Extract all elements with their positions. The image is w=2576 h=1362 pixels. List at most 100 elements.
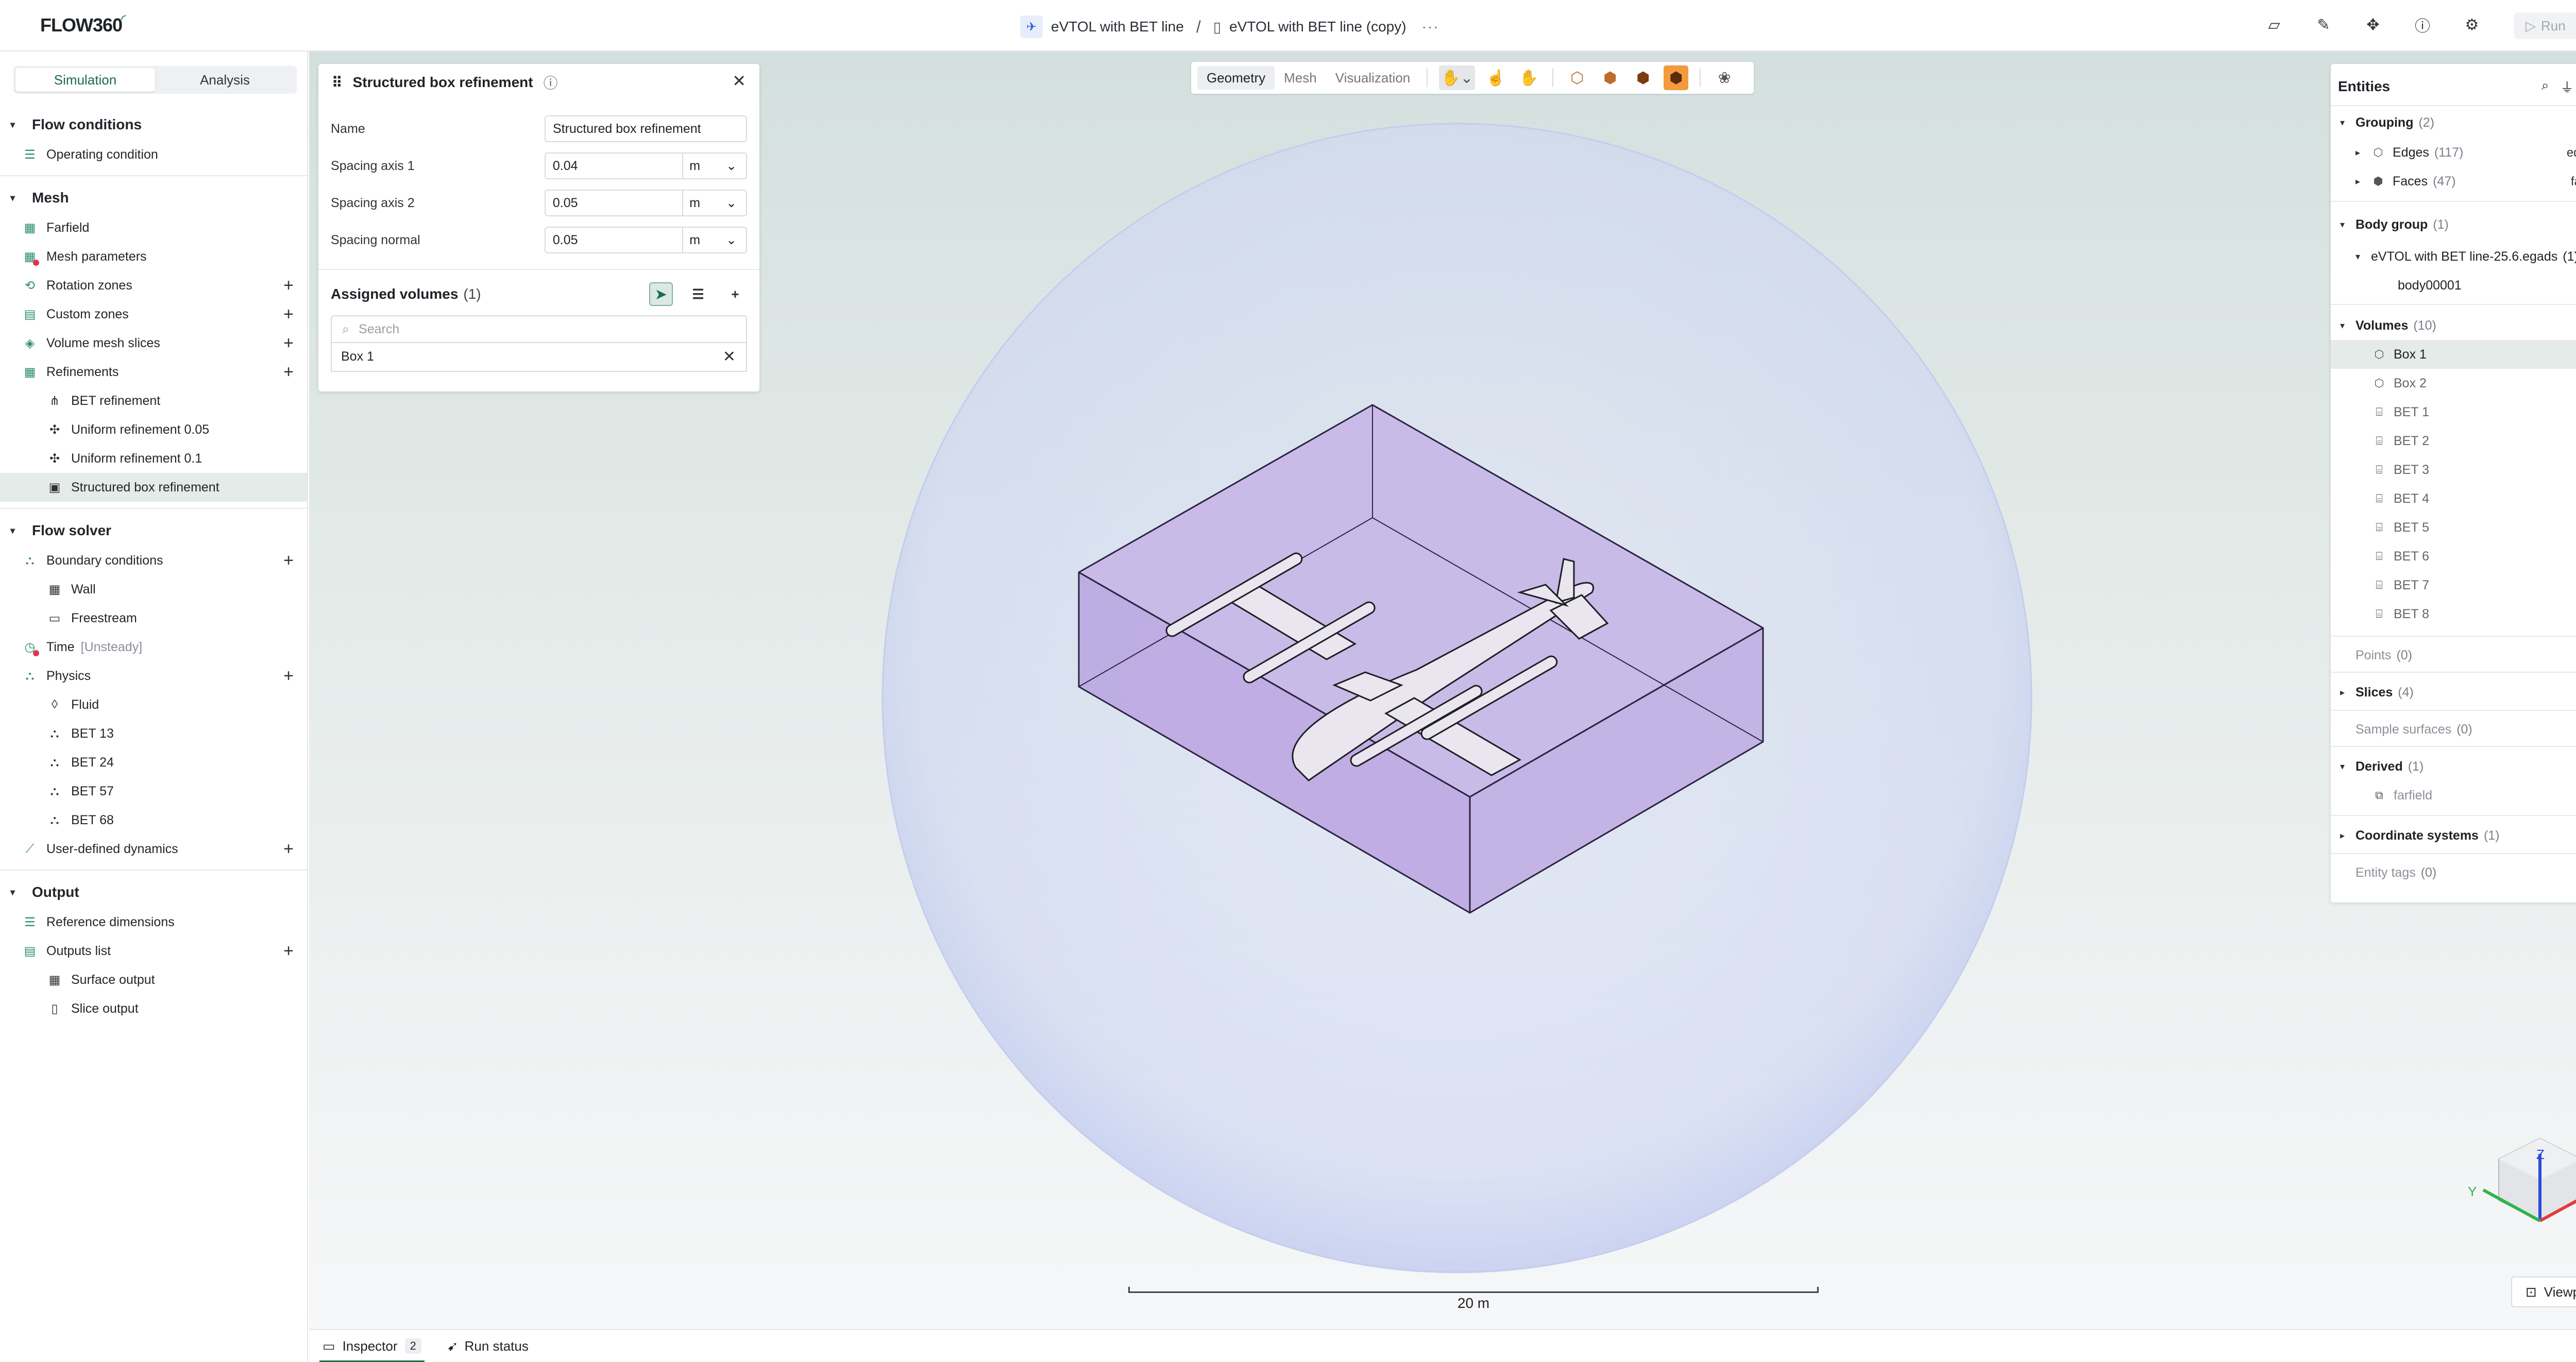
select-from-list-icon[interactable]: ☰ [686, 282, 710, 306]
entity-edges[interactable]: ▸⬡Edges(117)edgeId ⇕ [2331, 138, 2576, 167]
volume-item[interactable]: ⌸BET 5‿ [2331, 513, 2576, 542]
orientation-cube[interactable]: Z X Y [2463, 1123, 2576, 1278]
tree-item-rotation-zones[interactable]: ⟲ Rotation zones + [0, 271, 307, 300]
drag-handle-icon[interactable]: ⠿ [332, 74, 343, 91]
project-name[interactable]: eVTOL with BET line [1051, 19, 1184, 35]
tab-visualization[interactable]: Visualization [1326, 66, 1420, 90]
case-name[interactable]: eVTOL with BET line (copy) [1229, 19, 1406, 35]
settings-icon[interactable]: ⚙ [2461, 13, 2483, 36]
components-icon[interactable]: ✥ [2362, 13, 2384, 36]
add-boundary-condition-button[interactable]: + [283, 551, 294, 571]
group-points[interactable]: Points (0) [2331, 641, 2576, 670]
add-dynamics-button[interactable]: + [283, 839, 294, 859]
cube-shaded-icon[interactable]: ⬢ [1664, 65, 1689, 90]
tree-item-outputs-list[interactable]: ▤ Outputs list + [0, 937, 307, 965]
tree-item-bet13[interactable]: ⛬ BET 13 [0, 719, 307, 748]
tree-item-structured-box-refinement[interactable]: ▣ Structured box refinement [0, 473, 307, 502]
tree-item-operating-condition[interactable]: ☰ Operating condition [0, 140, 307, 169]
search-icon[interactable]: ⌕ [2541, 77, 2549, 96]
section-mesh[interactable]: ▾ Mesh [0, 182, 307, 213]
name-input[interactable]: Structured box refinement [544, 115, 747, 142]
group-entity-tags[interactable]: Entity tags (0) [2331, 858, 2576, 887]
tree-item-bet-refinement[interactable]: ⋔ BET refinement [0, 386, 307, 415]
group-slices[interactable]: ▸Slices(4)‿ [2331, 678, 2576, 707]
chevron-down-icon[interactable]: ▾ [2355, 251, 2365, 262]
clip-icon[interactable]: ❀ [1712, 65, 1737, 90]
cube-solid-icon[interactable]: ⬢ [1631, 65, 1655, 90]
tree-item-reference-dimensions[interactable]: ☰ Reference dimensions [0, 908, 307, 937]
remove-icon[interactable]: ✕ [723, 348, 736, 366]
entity-body[interactable]: body00001 [2331, 271, 2576, 300]
chevron-right-icon[interactable]: ▸ [2340, 687, 2349, 698]
volume-item[interactable]: ⬡Box 2‿ [2331, 369, 2576, 398]
entity-faces[interactable]: ▸⬢Faces(47)faceId ⇕ [2331, 167, 2576, 196]
tree-item-boundary-conditions[interactable]: ⛬ Boundary conditions + [0, 546, 307, 575]
tree-item-refinements[interactable]: ▦ Refinements + [0, 357, 307, 386]
cube-edges-icon[interactable]: ⬢ [1598, 65, 1622, 90]
tree-item-bet57[interactable]: ⛬ BET 57 [0, 777, 307, 806]
tree-item-physics[interactable]: ⛬ Physics + [0, 661, 307, 690]
help-icon[interactable]: ⓘ [544, 72, 558, 93]
tree-item-farfield[interactable]: ▦ Farfield [0, 213, 307, 242]
section-flow-conditions[interactable]: ▾ Flow conditions [0, 109, 307, 140]
group-derived[interactable]: ▾ Derived (1) [2331, 752, 2576, 781]
tab-analysis[interactable]: Analysis [155, 68, 295, 92]
chevron-down-icon[interactable]: ▾ [10, 193, 22, 203]
pick-in-viewport-icon[interactable]: ➤ [649, 282, 673, 306]
chevron-down-icon[interactable]: ▾ [2340, 219, 2349, 230]
tree-item-mesh-parameters[interactable]: ▦ Mesh parameters [0, 242, 307, 271]
tree-item-surface-output[interactable]: ▦ Surface output [0, 965, 307, 994]
group-body-group[interactable]: ▾ Body group (1) [2331, 210, 2576, 239]
entity-farfield[interactable]: ⧉ farfield [2331, 781, 2576, 810]
edges-group-select[interactable]: edgeId ⇕ [2567, 145, 2576, 160]
select-mode-icon[interactable]: ✋⌄ [1439, 65, 1476, 90]
chevron-down-icon[interactable]: ▾ [2340, 320, 2349, 331]
more-options-button[interactable]: ··· [1422, 19, 1439, 35]
filter-icon[interactable]: ⏚ [2561, 77, 2574, 96]
chevron-down-icon[interactable]: ▾ [2340, 117, 2349, 128]
add-physics-button[interactable]: + [283, 666, 294, 686]
spacing-axis-1-unit-select[interactable]: m ⌄ [683, 152, 748, 179]
close-icon[interactable]: ✕ [732, 71, 746, 91]
volume-item[interactable]: ⌸BET 2‿ [2331, 427, 2576, 455]
pencil-icon[interactable]: ✎ [2312, 13, 2335, 36]
add-icon[interactable]: + [723, 282, 747, 306]
tree-item-volume-mesh-slices[interactable]: ◈ Volume mesh slices + [0, 329, 307, 357]
entity-body-file[interactable]: ▾eVTOL with BET line-25.6.egads(1) [2331, 242, 2576, 271]
tab-mesh[interactable]: Mesh [1275, 66, 1326, 90]
group-grouping[interactable]: ▾ Grouping (2) [2331, 108, 2576, 137]
tree-item-freestream[interactable]: ▭ Freestream [0, 604, 307, 633]
volume-item[interactable]: ⌸BET 4‿ [2331, 484, 2576, 513]
add-output-button[interactable]: + [283, 941, 294, 961]
chevron-right-icon[interactable]: ▸ [2340, 830, 2349, 841]
assigned-search-input[interactable]: ⌕ Search [331, 315, 747, 343]
tree-item-slice-output[interactable]: ▯ Slice output [0, 994, 307, 1023]
spacing-normal-unit-select[interactable]: m ⌄ [683, 227, 748, 253]
chevron-right-icon[interactable]: ▸ [2355, 147, 2365, 158]
spacing-axis-2-unit-select[interactable]: m ⌄ [683, 190, 748, 216]
volume-item[interactable]: ⌸BET 3‿ [2331, 455, 2576, 484]
tab-geometry[interactable]: Geometry [1197, 66, 1275, 90]
add-rotation-zone-button[interactable]: + [283, 276, 294, 296]
tree-item-user-defined-dynamics[interactable]: ⟋ User-defined dynamics + [0, 835, 307, 863]
cube-wireframe-icon[interactable]: ⬡ [1565, 65, 1589, 90]
chevron-down-icon[interactable]: ▾ [2340, 761, 2349, 772]
group-sample-surfaces[interactable]: Sample surfaces (0) [2331, 715, 2576, 744]
tree-item-custom-zones[interactable]: ▤ Custom zones + [0, 300, 307, 329]
faces-group-select[interactable]: faceId ⇕ [2571, 174, 2576, 189]
tree-item-bet24[interactable]: ⛬ BET 24 [0, 748, 307, 777]
volume-item[interactable]: ⌸BET 6‿ [2331, 542, 2576, 571]
volume-item[interactable]: ⬡ Box 1 [2331, 340, 2576, 369]
notebook-icon[interactable]: ▱ [2263, 13, 2285, 36]
add-refinement-button[interactable]: + [283, 362, 294, 382]
app-logo[interactable]: FLOW360 ◜ [40, 12, 126, 36]
volume-item[interactable]: ⌸BET 1‿ [2331, 398, 2576, 427]
volume-item[interactable]: ⌸BET 7‿ [2331, 571, 2576, 600]
help-icon[interactable]: ⓘ [2411, 13, 2434, 36]
assigned-volume-item[interactable]: Box 1 ✕ [331, 342, 747, 372]
chevron-down-icon[interactable]: ▾ [10, 120, 22, 130]
tab-run-status[interactable]: ➹ Run status [447, 1338, 529, 1354]
tree-item-uniform-refinement-005[interactable]: ✣ Uniform refinement 0.05 [0, 415, 307, 444]
tab-inspector[interactable]: ▭ Inspector 2 [319, 1330, 425, 1362]
group-volumes[interactable]: ▾ Volumes (10) [2331, 311, 2576, 340]
